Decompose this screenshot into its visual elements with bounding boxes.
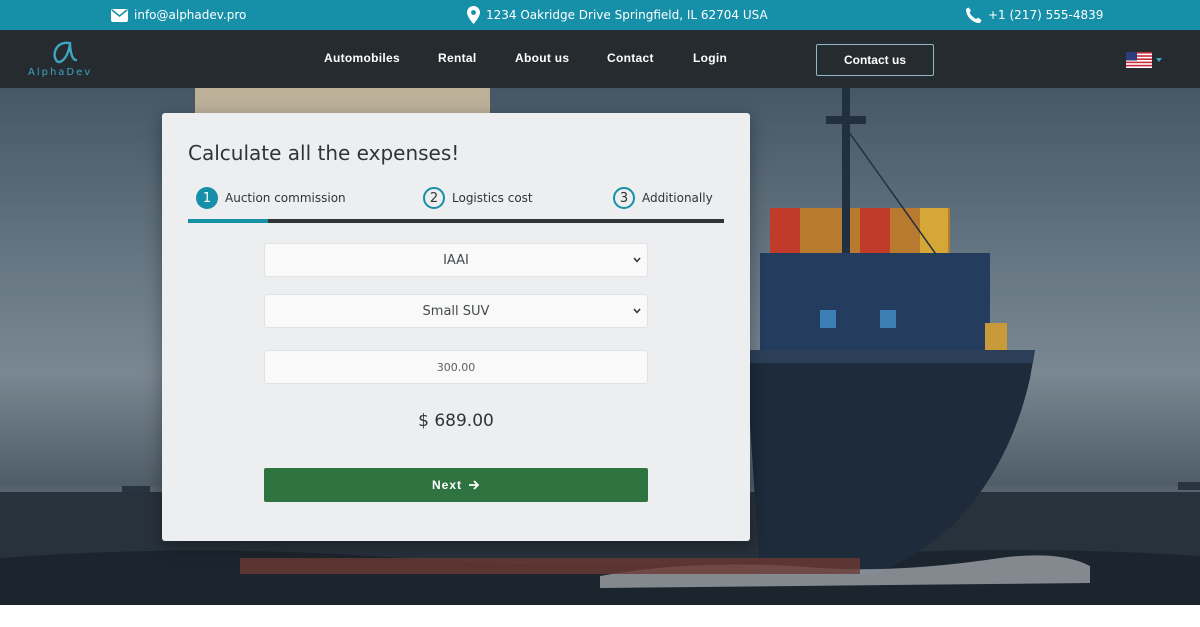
- nav-login[interactable]: Login: [693, 51, 727, 65]
- step-logistics-cost[interactable]: 2 Logistics cost: [423, 187, 533, 209]
- nav-rental[interactable]: Rental: [438, 51, 476, 65]
- step-label: Auction commission: [225, 191, 346, 205]
- main-navbar: AlphaDev Automobiles Rental About us Con…: [0, 30, 1200, 88]
- step-number: 3: [613, 187, 635, 209]
- brand-wordmark: AlphaDev: [28, 67, 93, 78]
- step-progress-bar: [188, 219, 724, 223]
- top-info-bar: info@alphadev.pro 1234 Oakridge Drive Sp…: [0, 0, 1200, 30]
- step-auction-commission[interactable]: 1 Auction commission: [196, 187, 346, 209]
- auction-select-value: IAAI: [443, 252, 469, 268]
- expense-calculator-card: Calculate all the expenses! 1 Auction co…: [162, 113, 750, 541]
- contact-us-button[interactable]: Contact us: [816, 44, 934, 76]
- step-progress-fill: [188, 219, 269, 223]
- alpha-logo-icon: [53, 41, 78, 64]
- phone-text: +1 (217) 555-4839: [988, 8, 1104, 22]
- us-flag-icon: [1126, 52, 1152, 68]
- nav-about-us[interactable]: About us: [515, 51, 569, 65]
- chevron-down-icon: [633, 257, 641, 263]
- language-selector[interactable]: [1126, 52, 1162, 68]
- vehicle-type-value: Small SUV: [422, 303, 490, 319]
- step-indicator: 1 Auction commission 2 Logistics cost 3 …: [188, 187, 724, 223]
- price-input[interactable]: 300.00: [264, 350, 648, 384]
- address-text: 1234 Oakridge Drive Springfield, IL 6270…: [486, 8, 768, 22]
- chevron-down-icon: [1156, 58, 1162, 62]
- phone-icon: [965, 7, 982, 23]
- step-number: 1: [196, 187, 218, 209]
- nav-contact[interactable]: Contact: [607, 51, 654, 65]
- chevron-down-icon: [633, 308, 641, 314]
- step-number: 2: [423, 187, 445, 209]
- total-amount: $ 689.00: [418, 411, 494, 431]
- auction-select[interactable]: IAAI: [264, 243, 648, 277]
- next-button-label: Next: [431, 478, 462, 492]
- phone-contact[interactable]: +1 (217) 555-4839: [965, 0, 1103, 30]
- step-additionally[interactable]: 3 Additionally: [613, 187, 713, 209]
- arrow-right-icon: [469, 480, 480, 490]
- vehicle-type-select[interactable]: Small SUV: [264, 294, 648, 328]
- price-input-value: 300.00: [436, 360, 476, 374]
- nav-automobiles[interactable]: Automobiles: [324, 51, 400, 65]
- envelope-icon: [111, 8, 128, 22]
- calculator-title: Calculate all the expenses!: [188, 141, 460, 165]
- step-label: Additionally: [642, 191, 713, 205]
- brand-logo[interactable]: AlphaDev: [26, 38, 106, 82]
- email-text: info@alphadev.pro: [134, 8, 247, 22]
- step-label: Logistics cost: [452, 191, 533, 205]
- address-contact: 1234 Oakridge Drive Springfield, IL 6270…: [467, 0, 768, 30]
- map-pin-icon: [467, 6, 480, 24]
- next-button[interactable]: Next: [264, 468, 648, 502]
- email-contact[interactable]: info@alphadev.pro: [111, 0, 246, 30]
